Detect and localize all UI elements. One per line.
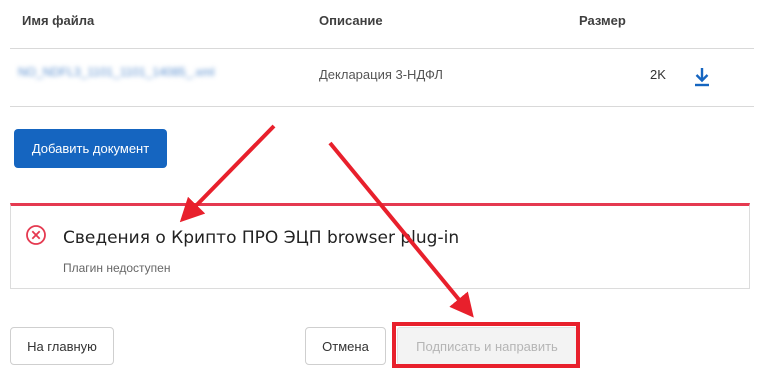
file-name-link[interactable]: NO_NDFL3_1101_1101_14085_.xml — [18, 65, 243, 81]
column-header-filename: Имя файла — [22, 13, 95, 28]
plugin-error-alert: Сведения о Крипто ПРО ЭЦП browser plug-i… — [10, 203, 750, 289]
error-circle-icon — [25, 224, 47, 246]
cancel-button[interactable]: Отмена — [305, 327, 386, 365]
column-header-description: Описание — [319, 13, 383, 28]
alert-message: Плагин недоступен — [63, 261, 171, 275]
table-row-divider — [10, 106, 754, 107]
alert-title: Сведения о Крипто ПРО ЭЦП browser plug-i… — [63, 228, 460, 248]
add-document-button[interactable]: Добавить документ — [14, 129, 167, 168]
sign-and-send-button[interactable]: Подписать и направить — [397, 327, 577, 365]
file-description: Декларация 3-НДФЛ — [319, 67, 443, 82]
file-size: 2K — [650, 67, 666, 82]
download-icon[interactable] — [693, 66, 711, 88]
column-header-size: Размер — [579, 13, 626, 28]
home-button[interactable]: На главную — [10, 327, 114, 365]
